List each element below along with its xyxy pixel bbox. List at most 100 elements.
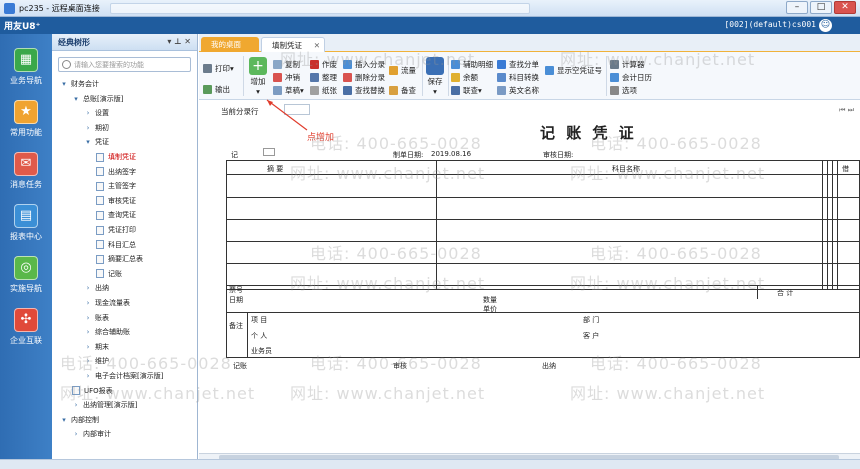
find-replace-button[interactable]: 查找替换 [343,84,385,96]
tree-node[interactable]: ▾ 财务会计 [60,77,99,91]
chevron-right-icon[interactable]: › [72,427,80,441]
salesman-label[interactable]: 业务员 [251,346,272,356]
search-input[interactable]: 请输入您要搜索的功能 [58,57,191,72]
tree-node[interactable]: › 内部审计 [72,427,111,441]
connect-icon: ✣ [14,308,38,332]
tree-node[interactable]: › 期初 [84,121,109,135]
pin-close-icons[interactable]: ▾ ⊥ ✕ [167,37,191,46]
tree-node[interactable]: 摘要汇总表 [96,252,143,266]
chevron-down-icon[interactable]: ▾ [60,77,68,91]
balance-button[interactable]: 余额 [451,71,478,83]
user-icon[interactable]: ☺ [819,19,832,32]
tree-node[interactable]: › 电子会计档案[演示版] [84,369,164,383]
insert-entry-button[interactable]: 插入分录 [343,58,385,70]
link-button[interactable]: 联查 ▾ [451,84,482,96]
voucher-type-picker[interactable] [263,148,275,156]
document-icon [96,254,104,264]
voucher-type[interactable]: 记 [231,150,238,160]
chevron-right-icon[interactable]: › [84,369,92,383]
subject-convert-button[interactable]: 科目转换 [497,71,539,83]
minimize-button[interactable]: – [786,1,808,14]
col-divider [436,161,437,289]
copy-button[interactable]: 复制 [273,58,300,70]
draft-button[interactable]: 草稿 ▾ [273,84,304,96]
record-nav-icons[interactable]: ⏮ ⏭ [839,106,854,115]
tree-node-label: 内部审计 [83,430,111,439]
chevron-right-icon[interactable]: › [84,354,92,368]
dept-label[interactable]: 部 门 [583,315,599,325]
flow-button[interactable]: 流量 [389,64,416,76]
tree-node[interactable]: › 设置 [84,106,109,120]
reserve-button[interactable]: 备查 [389,84,416,96]
nav-business[interactable]: ▦ 业务导航 [0,48,52,86]
options-icon [610,85,619,95]
tree-node[interactable]: › 维护 [84,354,109,368]
nav-common[interactable]: ★ 常用功能 [0,100,52,138]
print-button[interactable]: 打印 ▾ [203,62,234,74]
convert-icon [497,72,506,82]
chevron-down-icon[interactable]: ▾ [84,135,92,149]
tree-node[interactable]: UFO报表 [72,384,113,398]
options-button[interactable]: 选项 [610,84,637,96]
english-name-button[interactable]: 英文名称 [497,84,539,96]
show-blank-voucher-button[interactable]: 显示空凭证号 [545,64,602,76]
tree-node[interactable]: › 账表 [84,311,109,325]
add-icon: + [249,57,267,75]
tree-node[interactable]: 科目汇总 [96,238,136,252]
project-label[interactable]: 项 目 [251,315,267,325]
tree-node[interactable]: 审核凭证 [96,194,136,208]
nav-reports[interactable]: ▤ 报表中心 [0,204,52,242]
close-tab-icon[interactable]: ✕ [314,38,320,53]
tree-node[interactable]: › 期末 [84,340,109,354]
chevron-right-icon[interactable]: › [84,296,92,310]
tidy-button[interactable]: 整理 [310,71,337,83]
add-button[interactable]: + 增加 ▾ [247,57,269,96]
save-button[interactable]: 保存 ▾ [425,57,445,96]
tree-node[interactable]: ▾ 总账[演示版] [72,92,123,106]
date-value[interactable]: 2019.08.16 [431,150,471,158]
tree-node[interactable]: › 出纳管理[演示版] [72,398,138,412]
chevron-right-icon[interactable]: › [84,325,92,339]
individual-label[interactable]: 个 人 [251,331,267,341]
chevron-right-icon[interactable]: › [84,121,92,135]
tree-node[interactable]: 凭证打印 [96,223,136,237]
paper-button[interactable]: 纸张 [310,84,337,96]
tree-node[interactable]: 填制凭证 [96,150,136,164]
tree-node[interactable]: › 出纳 [84,281,109,295]
calculator-button[interactable]: 计算器 [610,58,645,70]
chevron-right-icon[interactable]: › [84,340,92,354]
chevron-right-icon[interactable]: › [72,398,80,412]
tree-node[interactable]: › 综合辅助账 [84,325,130,339]
void-button[interactable]: 作废 [310,58,337,70]
chevron-down-icon[interactable]: ▾ [72,92,80,106]
chevron-right-icon[interactable]: › [84,281,92,295]
tree-node[interactable]: ▾ 凭证 [84,135,109,149]
tab-my-desktop[interactable]: 我的桌面 [201,37,259,52]
delete-entry-button[interactable]: 删除分录 [343,71,385,83]
tree-node[interactable]: 主管签字 [96,179,136,193]
offset-button[interactable]: 冲销 [273,71,300,83]
tree-node[interactable]: › 现金流量表 [84,296,130,310]
document-icon [96,240,104,250]
close-button[interactable]: ✕ [834,1,856,14]
separator [606,56,607,96]
chevron-right-icon[interactable]: › [84,106,92,120]
tree-node[interactable]: 查询凭证 [96,208,136,222]
chevron-right-icon[interactable]: › [84,311,92,325]
tab-fill-voucher[interactable]: 填制凭证 ✕ [261,37,325,52]
tree-node[interactable]: ▾ 内部控制 [60,413,99,427]
nav-messages[interactable]: ✉ 消息任务 [0,152,52,190]
chevron-down-icon[interactable]: ▾ [60,413,68,427]
nav-enterprise[interactable]: ✣ 企业互联 [0,308,52,346]
aux-detail-button[interactable]: 辅助明细 [451,58,493,70]
nav-implementation[interactable]: ◎ 实施导航 [0,256,52,294]
tree-node[interactable]: 出纳签字 [96,165,136,179]
tree-node-label: 电子会计档案[演示版] [95,372,164,380]
find-entry-button[interactable]: 查找分单 [497,58,539,70]
link-icon [451,85,460,95]
calendar-button[interactable]: 会计日历 [610,71,652,83]
output-button[interactable]: 输出 [203,83,230,95]
maximize-button[interactable]: □ [810,1,832,14]
tree-node[interactable]: 记账 [96,267,122,281]
customer-label[interactable]: 客 户 [583,331,599,341]
